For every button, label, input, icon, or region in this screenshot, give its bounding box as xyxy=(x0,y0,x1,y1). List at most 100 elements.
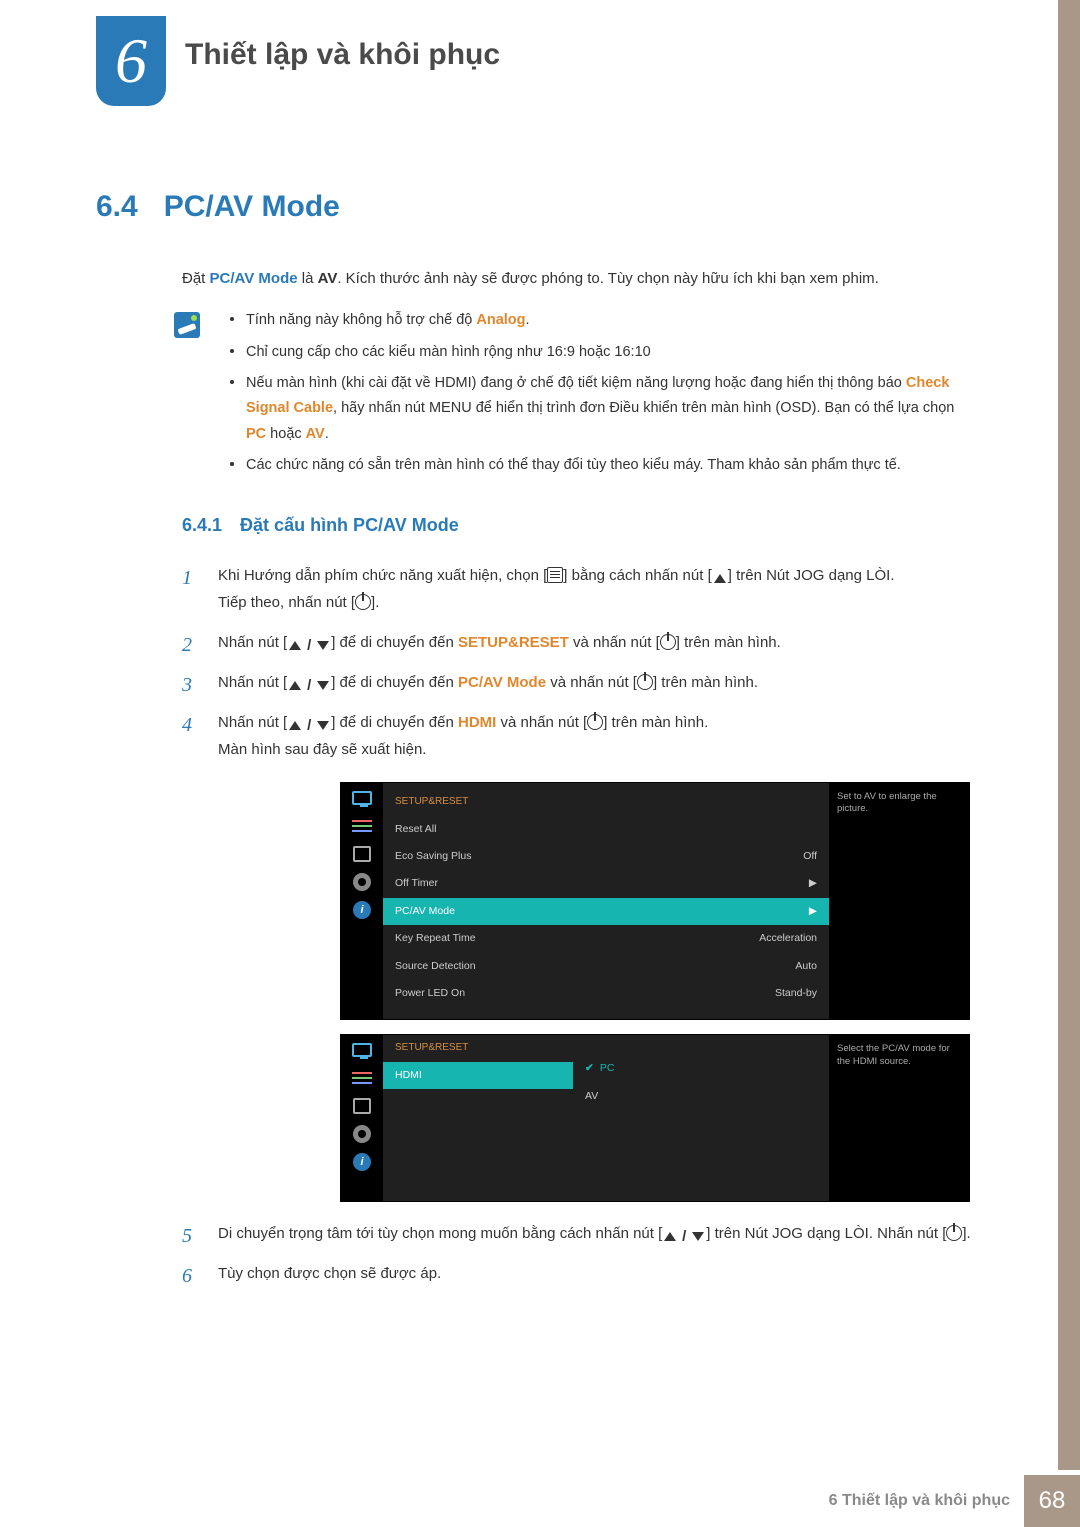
note-icon xyxy=(174,312,200,338)
osd-label: AV xyxy=(585,1087,598,1106)
sliders-icon xyxy=(351,1069,373,1087)
menu-icon xyxy=(547,567,563,583)
step-item: 6 Tùy chọn được chọn sẽ được áp. xyxy=(182,1260,976,1288)
osd-menu: SETUP&RESET Reset AllEco Saving PlusOffO… xyxy=(383,783,829,1019)
section-number: 6.4 xyxy=(96,190,138,224)
note-item: Tính năng này không hỗ trợ chế độ Analog… xyxy=(224,308,976,333)
page-accent-bar xyxy=(1058,0,1080,1470)
text: ] trên màn hình. xyxy=(603,714,708,731)
osd-label: Eco Saving Plus xyxy=(395,847,471,866)
text: Nhấn nút [ xyxy=(218,714,287,731)
osd-row: Key Repeat Time Acceleration xyxy=(383,925,829,952)
step-number: 2 xyxy=(182,627,192,664)
osd-screenshot-1: i SETUP&RESET Reset AllEco Saving PlusOf… xyxy=(340,782,970,1020)
term-setupreset: SETUP&RESET xyxy=(458,634,569,651)
osd-value: Auto xyxy=(795,957,817,976)
osd-option-av: AV xyxy=(573,1083,829,1110)
text: Tính năng này không hỗ trợ chế độ xyxy=(246,312,476,328)
slash-separator: / xyxy=(303,678,315,694)
note-item: Nếu màn hình (khi cài đặt về HDMI) đang … xyxy=(224,371,976,447)
step-number: 5 xyxy=(182,1218,192,1255)
footer-text: 6 Thiết lập và khôi phục xyxy=(829,1492,1010,1510)
chapter-number-tab: 6 xyxy=(96,16,166,106)
power-icon xyxy=(587,714,603,730)
gear-icon xyxy=(351,1125,373,1143)
osd-label: Reset All xyxy=(395,820,436,839)
section-title: PC/AV Mode xyxy=(164,190,340,224)
term-pcav: PC/AV Mode xyxy=(210,270,298,287)
text: ] trên màn hình. xyxy=(653,674,758,691)
text: hoặc xyxy=(266,426,306,442)
text: và nhấn nút [ xyxy=(496,714,587,731)
term-av: AV xyxy=(306,426,325,442)
term-pcav: PC/AV Mode xyxy=(458,674,546,691)
osd-row: Source DetectionAuto xyxy=(383,953,829,980)
osd-label: HDMI xyxy=(395,1066,422,1085)
text: . Kích thước ảnh này sẽ được phóng to. T… xyxy=(337,270,878,287)
osd-title: SETUP&RESET xyxy=(383,789,829,816)
step-item: 2 Nhấn nút [/] để di chuyển đến SETUP&RE… xyxy=(182,629,976,657)
osd-label: Key Repeat Time xyxy=(395,929,476,948)
text: ] trên màn hình. xyxy=(676,634,781,651)
osd-row: Power LED OnStand-by xyxy=(383,980,829,1007)
power-icon xyxy=(946,1225,962,1241)
down-arrow-icon xyxy=(315,717,331,733)
intro-paragraph: Đặt PC/AV Mode là AV. Kích thước ảnh này… xyxy=(182,266,976,292)
note-item: Các chức năng có sẵn trên màn hình có th… xyxy=(224,453,976,478)
text: . xyxy=(526,312,530,328)
footer-page-number: 68 xyxy=(1024,1475,1080,1527)
text: ] bằng cách nhấn nút [ xyxy=(563,567,711,584)
page-footer: 6 Thiết lập và khôi phục 68 xyxy=(0,1475,1080,1527)
text: ] để di chuyển đến xyxy=(331,674,458,691)
power-icon xyxy=(355,594,371,610)
text: Nếu màn hình (khi cài đặt về HDMI) đang … xyxy=(246,375,906,391)
text: . xyxy=(325,426,329,442)
step-item: 5 Di chuyển trọng tâm tới tùy chọn mong … xyxy=(182,1220,976,1248)
osd-value: Stand-by xyxy=(775,984,817,1003)
subsection-title: Đặt cấu hình PC/AV Mode xyxy=(240,515,459,536)
text: Tùy chọn được chọn sẽ được áp. xyxy=(218,1265,441,1282)
down-arrow-icon xyxy=(690,1229,706,1245)
text: ] để di chuyển đến xyxy=(331,634,458,651)
note-block: Tính năng này không hỗ trợ chế độ Analog… xyxy=(174,308,976,484)
box-icon xyxy=(351,845,373,863)
osd-tooltip: Set to AV to enlarge the picture. xyxy=(829,783,969,1019)
osd-value: Acceleration xyxy=(759,929,817,948)
osd-label: PC/AV Mode xyxy=(395,902,455,921)
text: Nhấn nút [ xyxy=(218,674,287,691)
osd-label: Off Timer xyxy=(395,874,438,893)
term-av: AV xyxy=(318,270,338,287)
power-icon xyxy=(637,674,653,690)
subsection-number: 6.4.1 xyxy=(182,515,222,536)
osd-row-selected: HDMI xyxy=(383,1062,573,1089)
gear-icon xyxy=(351,873,373,891)
osd-value: ▶ xyxy=(809,902,817,921)
text: Tiếp theo, nhấn nút [ xyxy=(218,594,355,611)
osd-row: Off Timer▶ xyxy=(383,870,829,897)
box-icon xyxy=(351,1097,373,1115)
text: ]. xyxy=(962,1225,970,1242)
step-number: 6 xyxy=(182,1258,192,1295)
text: là xyxy=(298,270,318,287)
osd-row: Reset All xyxy=(383,816,829,843)
osd-option-pc: ✔PC xyxy=(573,1055,829,1082)
sliders-icon xyxy=(351,817,373,835)
text: và nhấn nút [ xyxy=(569,634,660,651)
term-pc: PC xyxy=(246,426,266,442)
chapter-title: Thiết lập và khôi phục xyxy=(185,38,500,72)
up-arrow-icon xyxy=(287,677,303,693)
osd-title: SETUP&RESET xyxy=(383,1035,573,1062)
text: ] trên Nút JOG dạng LÒI. Nhấn nút [ xyxy=(706,1225,946,1242)
term-hdmi: HDMI xyxy=(458,714,496,731)
text: ] trên Nút JOG dạng LÒI. xyxy=(728,567,895,584)
step-item: 3 Nhấn nút [/] để di chuyển đến PC/AV Mo… xyxy=(182,669,976,697)
text: Màn hình sau đây sẽ xuất hiện. xyxy=(218,741,426,758)
step-number: 1 xyxy=(182,560,192,597)
power-icon xyxy=(660,634,676,650)
down-arrow-icon xyxy=(315,638,331,654)
step-item: 1 Khi Hướng dẫn phím chức năng xuất hiện… xyxy=(182,562,976,618)
osd-label: PC xyxy=(600,1062,615,1074)
monitor-icon xyxy=(351,1041,373,1059)
text: và nhấn nút [ xyxy=(546,674,637,691)
text: Đặt xyxy=(182,270,210,287)
